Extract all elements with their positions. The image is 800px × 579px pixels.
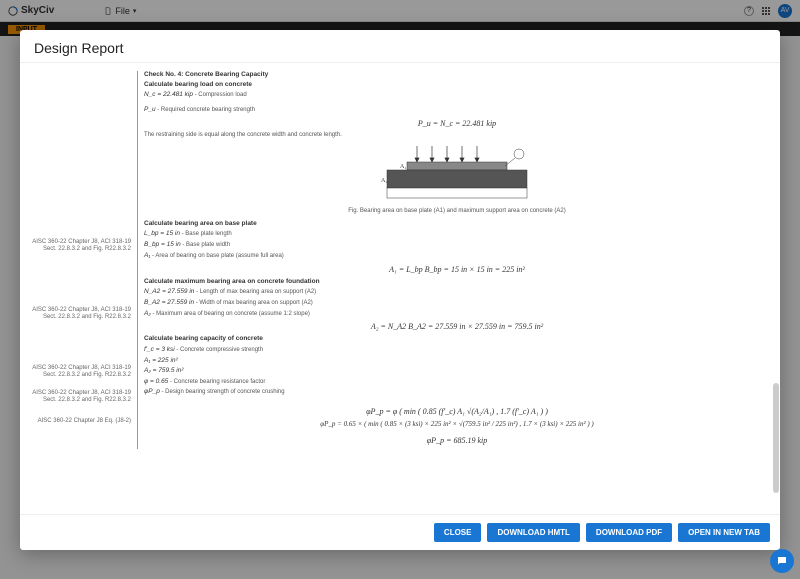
- reference-column: AISC 360-22 Chapter J8, ACI 318-19 Sect.…: [30, 71, 138, 450]
- var-line: f'_c = 3 ksi: [144, 346, 175, 353]
- equation: φP_p = 0.65 × ( min ( 0.85 × (3 ksi) × 2…: [144, 420, 770, 428]
- bearing-area-figure: A₁ A₂: [367, 144, 547, 204]
- var-desc: - Compression load: [193, 92, 247, 98]
- download-pdf-button[interactable]: DOWNLOAD PDF: [586, 523, 672, 542]
- var-line: N_c = 22.481 kip: [144, 91, 193, 98]
- equation: φP_p = 685.19 kip: [144, 436, 770, 445]
- open-new-tab-button[interactable]: OPEN IN NEW TAB: [678, 523, 770, 542]
- report-content: AISC 360-22 Chapter J8, ACI 318-19 Sect.…: [20, 63, 780, 458]
- svg-text:A₁: A₁: [400, 164, 406, 170]
- chat-support-button[interactable]: [770, 549, 794, 573]
- chat-icon: [776, 555, 788, 567]
- close-button[interactable]: CLOSE: [434, 523, 482, 542]
- var-desc: - Concrete bearing resistance factor: [168, 379, 265, 385]
- modal-body: AISC 360-22 Chapter J8, ACI 318-19 Sect.…: [20, 62, 780, 515]
- ref-citation: AISC 360-22 Chapter J8, ACI 318-19 Sect.…: [30, 390, 131, 404]
- var-line: B_A2 = 27.559 in: [144, 299, 194, 306]
- var-line: N_A2 = 27.559 in: [144, 288, 194, 295]
- section-heading: Calculate bearing load on concrete: [144, 81, 770, 89]
- var-desc: - Concrete compressive strength: [175, 347, 263, 353]
- var-desc: - Required concrete bearing strength: [156, 107, 255, 113]
- equation: φP_p = φ ( min ( 0.85 (f'_c) A₁ √(A₂/A₁)…: [144, 407, 770, 416]
- svg-text:A₂: A₂: [381, 178, 387, 184]
- section-heading: Calculate bearing capacity of concrete: [144, 335, 770, 343]
- section-heading: Calculate maximum bearing area on concre…: [144, 278, 770, 286]
- var-line: P_u: [144, 106, 156, 113]
- note-text: The restraining side is equal along the …: [144, 132, 770, 140]
- ref-citation: AISC 360-22 Chapter J8, ACI 318-19 Sect.…: [30, 239, 131, 253]
- figure-caption: Fig. Bearing area on base plate (A1) and…: [144, 208, 770, 214]
- equation: P_u = N_c = 22.481 kip: [144, 119, 770, 128]
- scrollbar-thumb[interactable]: [773, 383, 779, 493]
- check-title: Check No. 4: Concrete Bearing Capacity: [144, 71, 770, 79]
- var-desc: - Width of max bearing area on support (…: [194, 300, 313, 306]
- var-line: A₁ = 225 in²: [144, 357, 178, 364]
- var-desc: - Maximum area of bearing on concrete (a…: [151, 311, 310, 317]
- ref-citation: AISC 360-22 Chapter J8 Eq. (J8-2): [30, 418, 131, 425]
- ref-citation: AISC 360-22 Chapter J8, ACI 318-19 Sect.…: [30, 307, 131, 321]
- design-report-modal: Design Report AISC 360-22 Chapter J8, AC…: [20, 30, 780, 550]
- section-heading: Calculate bearing area on base plate: [144, 220, 770, 228]
- var-line: B_bp = 15 in: [144, 241, 181, 248]
- var-desc: - Area of bearing on base plate (assume …: [150, 253, 283, 259]
- var-desc: - Length of max bearing area on support …: [194, 289, 316, 295]
- var-line: L_bp = 15 in: [144, 230, 180, 237]
- report-body: Check No. 4: Concrete Bearing Capacity C…: [138, 71, 770, 450]
- var-desc: - Design bearing strength of concrete cr…: [160, 389, 285, 395]
- var-line: φ = 0.65: [144, 378, 168, 385]
- ref-citation: AISC 360-22 Chapter J8, ACI 318-19 Sect.…: [30, 365, 131, 379]
- modal-backdrop: Design Report AISC 360-22 Chapter J8, AC…: [0, 0, 800, 579]
- var-line: φP_p: [144, 388, 160, 395]
- equation: A₂ = N_A2 B_A2 = 27.559 in × 27.559 in =…: [144, 322, 770, 331]
- var-desc: - Base plate length: [180, 231, 232, 237]
- modal-footer: CLOSE DOWNLOAD HMTL DOWNLOAD PDF OPEN IN…: [20, 515, 780, 550]
- modal-title: Design Report: [20, 30, 780, 62]
- equation: A₁ = L_bp B_bp = 15 in × 15 in = 225 in²: [144, 265, 770, 274]
- var-desc: - Base plate width: [181, 242, 230, 248]
- download-html-button[interactable]: DOWNLOAD HMTL: [487, 523, 579, 542]
- var-line: A₂: [144, 310, 151, 317]
- var-line: A₂ = 759.5 in²: [144, 367, 184, 374]
